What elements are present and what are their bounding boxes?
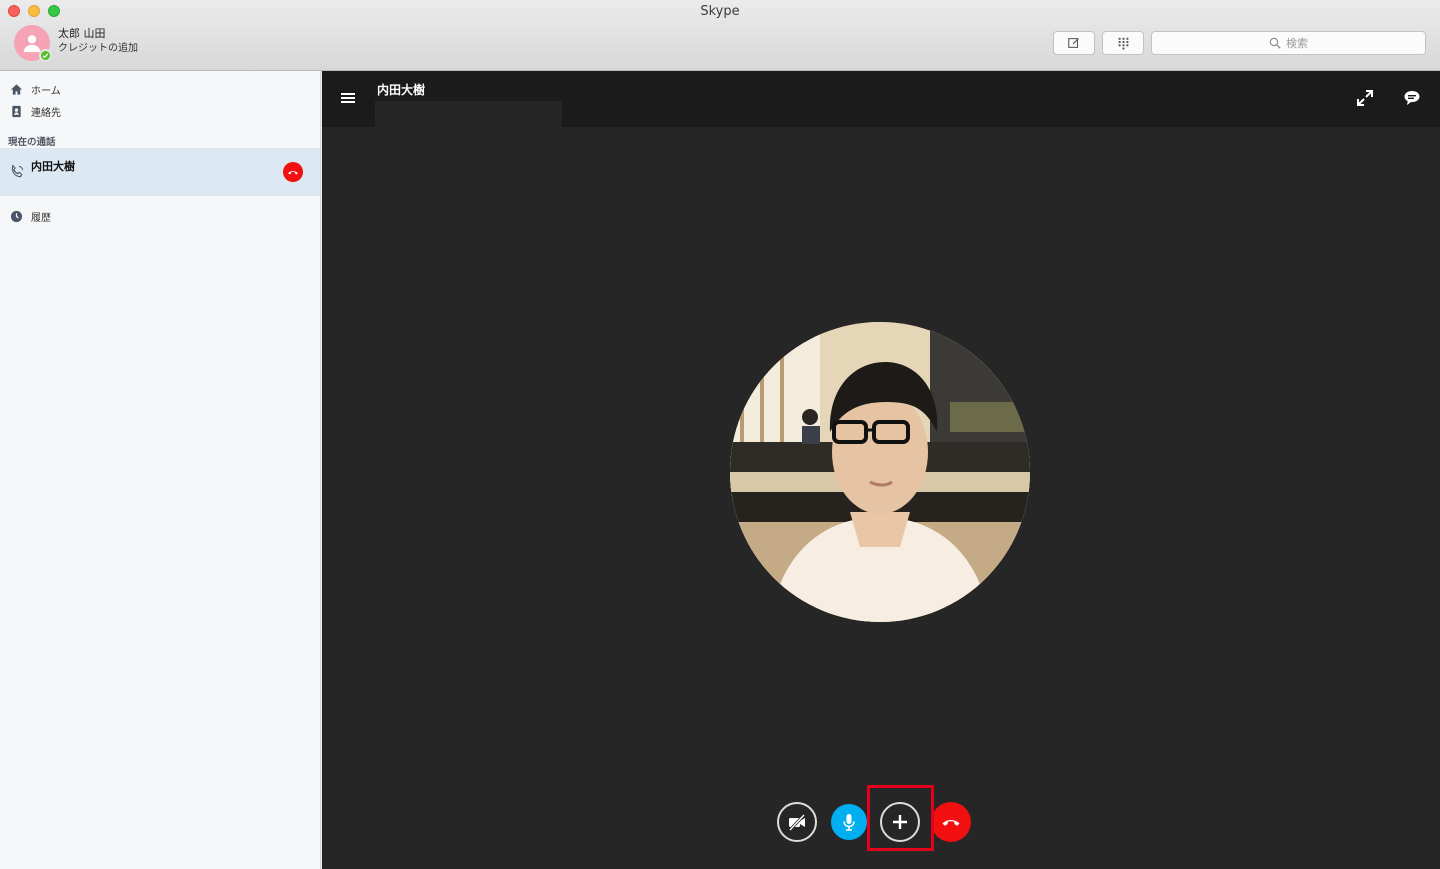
compose-icon: [1068, 38, 1079, 48]
title-bar: Skype 太郎 山田 クレジットの追加 検索: [0, 0, 1440, 71]
call-contact-name: 内田大樹: [377, 83, 426, 97]
active-call-name: 内田大樹: [31, 160, 75, 173]
profile[interactable]: 太郎 山田 クレジットの追加: [14, 25, 138, 62]
sidebar-item-label: 連絡先: [31, 108, 61, 119]
chat-icon[interactable]: [1403, 89, 1421, 107]
compose-button[interactable]: [1053, 31, 1095, 55]
call-view: 内田大樹: [322, 71, 1440, 869]
add-credit-link[interactable]: クレジットの追加: [58, 41, 138, 57]
dialpad-icon: [1118, 37, 1128, 50]
search-icon: [1269, 37, 1281, 49]
search-placeholder: 検索: [1286, 37, 1308, 50]
search-input[interactable]: 検索: [1151, 31, 1426, 55]
contact-portrait-image: [730, 322, 1030, 622]
clock-icon: [10, 210, 23, 223]
end-call-small-button[interactable]: [283, 162, 303, 182]
sidebar-item-label: 履歴: [31, 213, 51, 224]
sidebar-item-home[interactable]: ホーム: [10, 82, 61, 97]
profile-name: 太郎 山田: [58, 27, 106, 40]
phone-icon: [11, 164, 24, 178]
video-off-button[interactable]: [777, 802, 817, 842]
window-title: Skype: [700, 4, 740, 19]
current-calls-heading: 現在の通話: [8, 137, 56, 148]
call-controls: [322, 785, 1440, 851]
sidebar-item-history[interactable]: 履歴: [10, 209, 51, 224]
call-status-area: [375, 101, 562, 127]
end-call-button[interactable]: [931, 802, 971, 842]
sidebar-item-active-call[interactable]: 内田大樹: [0, 148, 320, 196]
add-participant-highlight: [867, 785, 934, 851]
presence-online-badge: [39, 49, 52, 62]
sidebar-item-contacts[interactable]: 連絡先: [10, 104, 61, 119]
menu-icon[interactable]: [340, 90, 356, 106]
sidebar-item-label: ホーム: [31, 86, 61, 97]
microphone-icon: [843, 814, 855, 831]
sidebar: ホーム 連絡先 現在の通話 内田大樹 履歴: [0, 71, 321, 869]
avatar[interactable]: [14, 25, 52, 62]
hang-up-icon: [288, 171, 298, 175]
contact-photo: [730, 322, 1030, 622]
dialpad-button[interactable]: [1102, 31, 1144, 55]
hang-up-icon: [942, 820, 960, 826]
fullscreen-icon[interactable]: [1356, 89, 1374, 107]
contacts-icon: [12, 105, 21, 118]
home-icon: [10, 84, 23, 95]
video-off-icon: [788, 813, 806, 832]
call-header: 内田大樹: [322, 71, 1440, 127]
check-icon: [42, 53, 49, 59]
microphone-button[interactable]: [829, 802, 869, 842]
